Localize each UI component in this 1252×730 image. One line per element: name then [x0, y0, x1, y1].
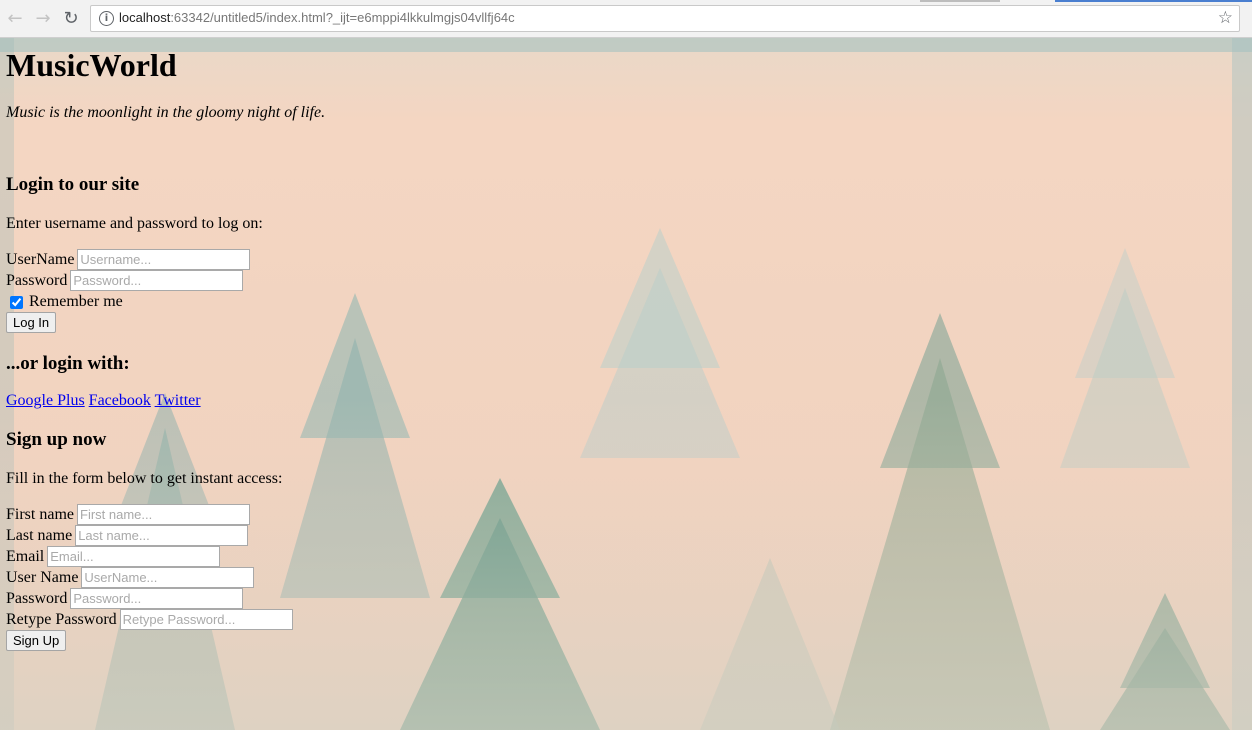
- url-path: :63342/untitled5/index.html?_ijt=e6mppi4…: [170, 10, 515, 25]
- remember-row: Remember me: [6, 291, 325, 312]
- address-bar[interactable]: i localhost:63342/untitled5/index.html?_…: [90, 5, 1240, 32]
- url-host: localhost: [119, 10, 171, 25]
- tab-strip-edge-active: [1055, 0, 1252, 2]
- login-instructions: Enter username and password to log on:: [6, 215, 263, 232]
- twitter-link[interactable]: Twitter: [155, 392, 201, 409]
- email-row: Email: [6, 546, 325, 567]
- last-name-label: Last name: [6, 527, 73, 544]
- remember-me-checkbox[interactable]: [10, 295, 23, 309]
- url-text[interactable]: localhost:63342/untitled5/index.html?_ij…: [119, 10, 515, 25]
- signup-form: First name Last name Email User Name Pas…: [6, 504, 325, 651]
- remember-me-label: Remember me: [29, 293, 123, 310]
- back-icon[interactable]: ←: [4, 8, 26, 30]
- signup-heading: Sign up now: [6, 429, 107, 450]
- first-name-label: First name: [6, 506, 74, 523]
- social-login-heading: ...or login with:: [6, 353, 130, 374]
- retype-password-label: Retype Password: [6, 611, 117, 628]
- signup-instructions: Fill in the form below to get instant ac…: [6, 470, 283, 487]
- tab-strip-edge: [920, 0, 1000, 2]
- info-icon[interactable]: i: [99, 11, 114, 26]
- username-row: UserName: [6, 249, 325, 270]
- email-input[interactable]: [47, 546, 221, 567]
- login-form: UserName Password Remember me Log In: [6, 249, 325, 333]
- signup-password-input[interactable]: [70, 588, 244, 609]
- forward-icon[interactable]: →: [32, 8, 54, 30]
- page-viewport: MusicWorld Music is the moonlight in the…: [0, 38, 1252, 730]
- page-content: MusicWorld Music is the moonlight in the…: [6, 38, 325, 651]
- social-links: Google Plus Facebook Twitter: [6, 391, 325, 411]
- site-tagline: Music is the moonlight in the gloomy nig…: [6, 104, 326, 121]
- site-title: MusicWorld: [6, 47, 177, 83]
- last-name-row: Last name: [6, 525, 325, 546]
- log-in-button[interactable]: Log In: [6, 312, 57, 333]
- bookmark-star-icon[interactable]: ☆: [1218, 8, 1233, 28]
- email-label: Email: [6, 548, 45, 565]
- browser-toolbar: ← → ↻ i localhost:63342/untitled5/index.…: [0, 0, 1252, 38]
- last-name-input[interactable]: [75, 525, 249, 546]
- login-button-row: Log In: [6, 312, 325, 333]
- signup-password-label: Password: [6, 590, 68, 607]
- username-input[interactable]: [77, 249, 251, 270]
- password-row: Password: [6, 270, 325, 291]
- signup-username-label: User Name: [6, 569, 79, 586]
- signup-password-row: Password: [6, 588, 325, 609]
- retype-password-input[interactable]: [119, 609, 293, 630]
- signup-username-input[interactable]: [81, 567, 255, 588]
- reload-icon[interactable]: ↻: [60, 8, 82, 30]
- first-name-input[interactable]: [77, 504, 250, 525]
- password-input[interactable]: [70, 270, 244, 291]
- password-label: Password: [6, 272, 68, 289]
- signup-username-row: User Name: [6, 567, 325, 588]
- login-heading: Login to our site: [6, 174, 140, 195]
- signup-button-row: Sign Up: [6, 630, 325, 651]
- retype-password-row: Retype Password: [6, 609, 325, 630]
- google-plus-link[interactable]: Google Plus: [6, 392, 85, 409]
- first-name-row: First name: [6, 504, 325, 525]
- facebook-link[interactable]: Facebook: [89, 392, 151, 409]
- username-label: UserName: [6, 251, 75, 268]
- sign-up-button[interactable]: Sign Up: [6, 630, 67, 651]
